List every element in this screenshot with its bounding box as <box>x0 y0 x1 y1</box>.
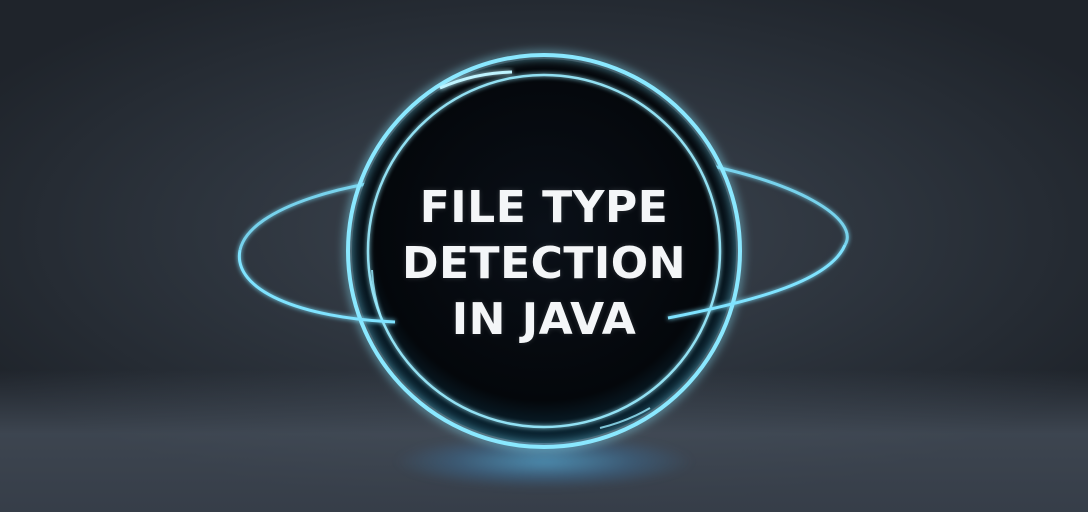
title-text: FILE TYPE DETECTION IN JAVA <box>364 180 724 348</box>
title-line-2: DETECTION <box>401 238 687 289</box>
scene: FILE TYPE DETECTION IN JAVA <box>0 0 1088 512</box>
title-line-1: FILE TYPE <box>419 182 669 233</box>
title-line-3: IN JAVA <box>451 294 637 345</box>
